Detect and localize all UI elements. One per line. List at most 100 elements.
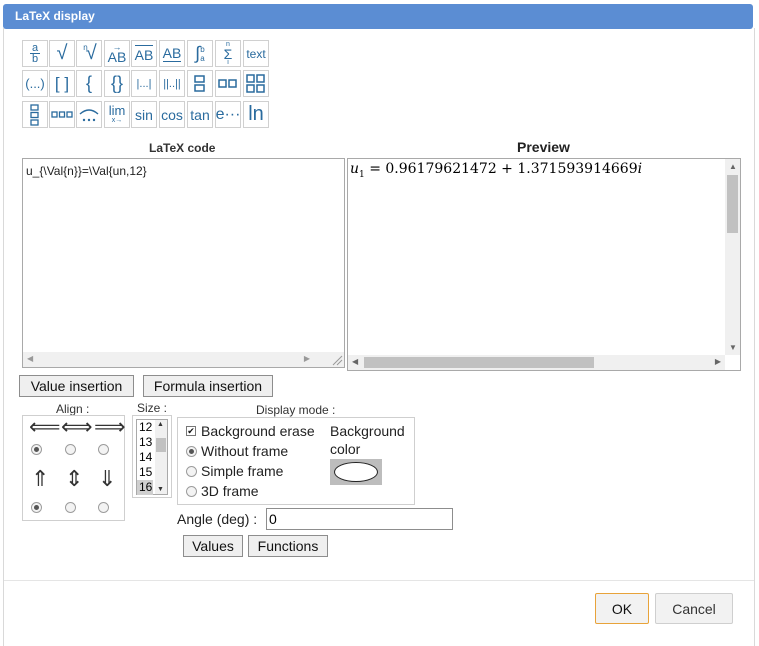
display-mode-label: Display mode :	[256, 403, 336, 417]
dialog-title-bar[interactable]: LaTeX display	[3, 4, 753, 29]
functions-button[interactable]: Functions	[248, 535, 328, 557]
scroll-down-icon[interactable]: ▼	[157, 486, 164, 493]
scroll-down-icon[interactable]: ▼	[729, 343, 737, 352]
size-scrollbar[interactable]: ▲ ▼	[155, 420, 167, 494]
formula-imaginary-unit: i	[637, 161, 643, 177]
text-button[interactable]: text	[243, 40, 269, 67]
resize-grip-icon[interactable]	[329, 352, 344, 367]
overarc-icon	[79, 108, 99, 121]
valign-middle-radio[interactable]	[65, 502, 76, 513]
ok-button[interactable]: OK	[595, 593, 649, 624]
values-button[interactable]: Values	[183, 535, 243, 557]
align-right-radio[interactable]	[98, 444, 109, 455]
background-erase-checkbox[interactable]: ✔	[186, 426, 196, 436]
preview-label: Preview	[517, 139, 570, 155]
tan-button[interactable]: tan	[187, 101, 213, 128]
scroll-left-icon[interactable]: ◀	[27, 354, 33, 363]
formula-value: = 0.96179621472 + 1.371593914669	[364, 161, 638, 177]
limit-button[interactable]: lim x→	[104, 101, 130, 128]
sin-button[interactable]: sin	[131, 101, 157, 128]
ln-button[interactable]: ln	[243, 101, 269, 128]
vector-button[interactable]: → AB	[104, 40, 130, 67]
align-right-arrow-icon: ⟹	[94, 414, 126, 439]
fraction-button[interactable]: a b	[22, 40, 48, 67]
simple-frame-radio[interactable]	[186, 466, 197, 477]
horizontal-matrix-3-button[interactable]	[49, 101, 75, 128]
background-color-swatch[interactable]	[330, 459, 382, 485]
exponential-button[interactable]: e···	[215, 101, 241, 128]
display-mode-group: ✔ Background erase Without frame Simple …	[177, 417, 415, 505]
left-brace-button[interactable]: {	[76, 70, 102, 97]
latex-horizontal-scrollbar[interactable]: ◀ ▶	[23, 352, 330, 367]
align-group: ⟸ ⟺ ⟹ ⇑ ⇕ ⇓	[22, 414, 126, 521]
fraction-denominator: b	[31, 53, 39, 65]
norm-button[interactable]: ||..||	[159, 70, 185, 97]
integral-button[interactable]: ∫ b a	[187, 40, 213, 67]
latex-code-label: LaTeX code	[149, 141, 216, 155]
angle-input[interactable]	[266, 508, 453, 530]
sqrt-button[interactable]: √	[49, 40, 75, 67]
cos-button[interactable]: cos	[159, 101, 185, 128]
braces-button[interactable]: {}	[104, 70, 130, 97]
formula-variable: u	[350, 161, 360, 177]
preview-hscroll-thumb[interactable]	[364, 357, 594, 368]
matrix-2x2-icon	[246, 73, 265, 93]
size-option-selected[interactable]: 16	[137, 480, 153, 495]
fraction-numerator: a	[31, 42, 39, 54]
3d-frame-radio[interactable]	[186, 486, 197, 497]
footer-divider	[3, 580, 755, 581]
brackets-button[interactable]: [ ]	[49, 70, 75, 97]
underline-button[interactable]: AB	[159, 40, 185, 67]
size-listbox[interactable]: 12 13 14 15 16 ▲ ▼	[136, 419, 168, 495]
align-left-radio[interactable]	[31, 444, 42, 455]
valign-top-radio[interactable]	[31, 502, 42, 513]
without-frame-radio[interactable]	[186, 446, 197, 457]
nth-root-button[interactable]: n √	[76, 40, 102, 67]
horizontal-matrix-2-button[interactable]	[215, 70, 241, 97]
tan-label: tan	[190, 106, 210, 123]
preview-vscroll-thumb[interactable]	[727, 175, 738, 233]
overline-button[interactable]: AB	[131, 40, 157, 67]
formula-insertion-button[interactable]: Formula insertion	[143, 375, 273, 397]
vector-label: AB	[107, 48, 127, 65]
size-scroll-thumb[interactable]	[156, 438, 166, 452]
vertical-matrix-3-icon	[30, 103, 39, 126]
matrix-2x2-button[interactable]	[243, 70, 269, 97]
latex-code-text: u_{\Val{n}}=\Val{un,12}	[26, 164, 147, 178]
background-color-label-line2: color	[330, 441, 361, 457]
scroll-up-icon[interactable]: ▲	[157, 421, 164, 428]
integral-upper: b	[200, 44, 205, 54]
vertical-matrix-2-button[interactable]	[187, 70, 213, 97]
align-center-radio[interactable]	[65, 444, 76, 455]
ln-label: ln	[248, 103, 264, 125]
exponential-label: e···	[215, 105, 241, 123]
overarc-button[interactable]	[76, 101, 102, 128]
scroll-right-icon[interactable]: ▶	[715, 357, 721, 366]
vertical-matrix-3-button[interactable]	[22, 101, 48, 128]
limit-label: lim	[108, 103, 126, 118]
simple-frame-label: Simple frame	[201, 463, 284, 479]
preview-vertical-scrollbar[interactable]: ▲ ▼	[725, 159, 740, 355]
latex-code-editor[interactable]: u_{\Val{n}}=\Val{un,12} ◀ ▶	[22, 158, 345, 368]
value-insertion-button[interactable]: Value insertion	[19, 375, 134, 397]
absolute-value-button[interactable]: |...|	[131, 70, 157, 97]
background-erase-label: Background erase	[201, 423, 315, 439]
preview-horizontal-scrollbar[interactable]: ◀ ▶	[348, 355, 725, 370]
valign-bottom-radio[interactable]	[98, 502, 109, 513]
dialog-title: LaTeX display	[15, 9, 95, 23]
dialog-right-border	[754, 28, 755, 646]
scroll-left-icon[interactable]: ◀	[352, 357, 358, 366]
parentheses-button[interactable]: (...)	[22, 70, 48, 97]
dialog-left-border	[3, 28, 4, 646]
scroll-right-icon[interactable]: ▶	[304, 354, 310, 363]
without-frame-label: Without frame	[201, 443, 289, 459]
sum-icon: Σ	[223, 45, 233, 62]
integral-lower: a	[200, 53, 205, 63]
sum-button[interactable]: n Σ i	[215, 40, 241, 67]
valign-top-arrow-icon: ⇑	[31, 466, 50, 491]
absolute-value-label: |...|	[136, 77, 152, 90]
brackets-label: [ ]	[54, 73, 70, 93]
scroll-up-icon[interactable]: ▲	[729, 162, 737, 171]
parentheses-label: (...)	[25, 76, 45, 91]
cancel-button[interactable]: Cancel	[655, 593, 733, 624]
